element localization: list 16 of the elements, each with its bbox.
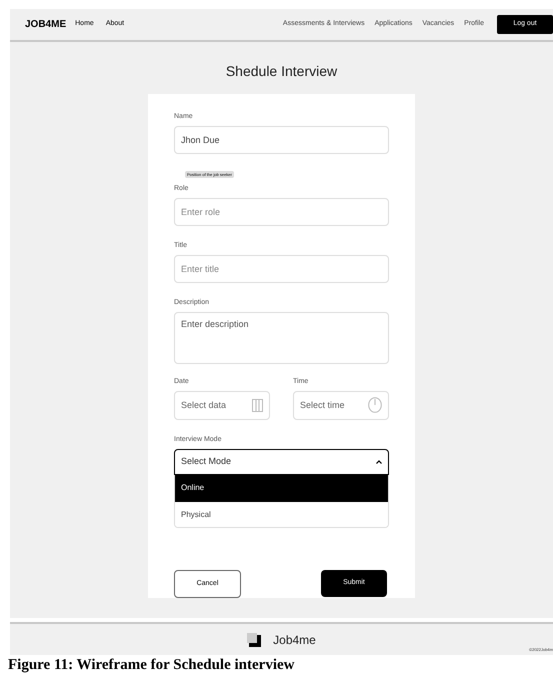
date-field[interactable]: Select data: [174, 390, 270, 420]
role-field[interactable]: Enter role: [174, 198, 389, 226]
caret-icon: [376, 460, 382, 464]
figure-caption: Figure 11: Wireframe for Schedule interview: [8, 658, 294, 672]
dropdown-option[interactable]: Online: [175, 474, 388, 502]
name-field[interactable]: Jhon Due: [174, 126, 389, 154]
clock-icon: [368, 397, 382, 414]
time-field[interactable]: Select time: [293, 390, 389, 420]
title-field[interactable]: Enter title: [174, 255, 389, 284]
calendar-icon: [252, 398, 263, 412]
brand-logo[interactable]: JOB4ME: [25, 17, 66, 32]
footer-brand: Job4me: [273, 632, 316, 648]
logo-icon: [247, 632, 262, 646]
description-field[interactable]: Enter description: [174, 312, 389, 364]
page-title: Shedule Interview: [226, 62, 338, 81]
mode-select[interactable]: Select Mode: [174, 448, 389, 475]
